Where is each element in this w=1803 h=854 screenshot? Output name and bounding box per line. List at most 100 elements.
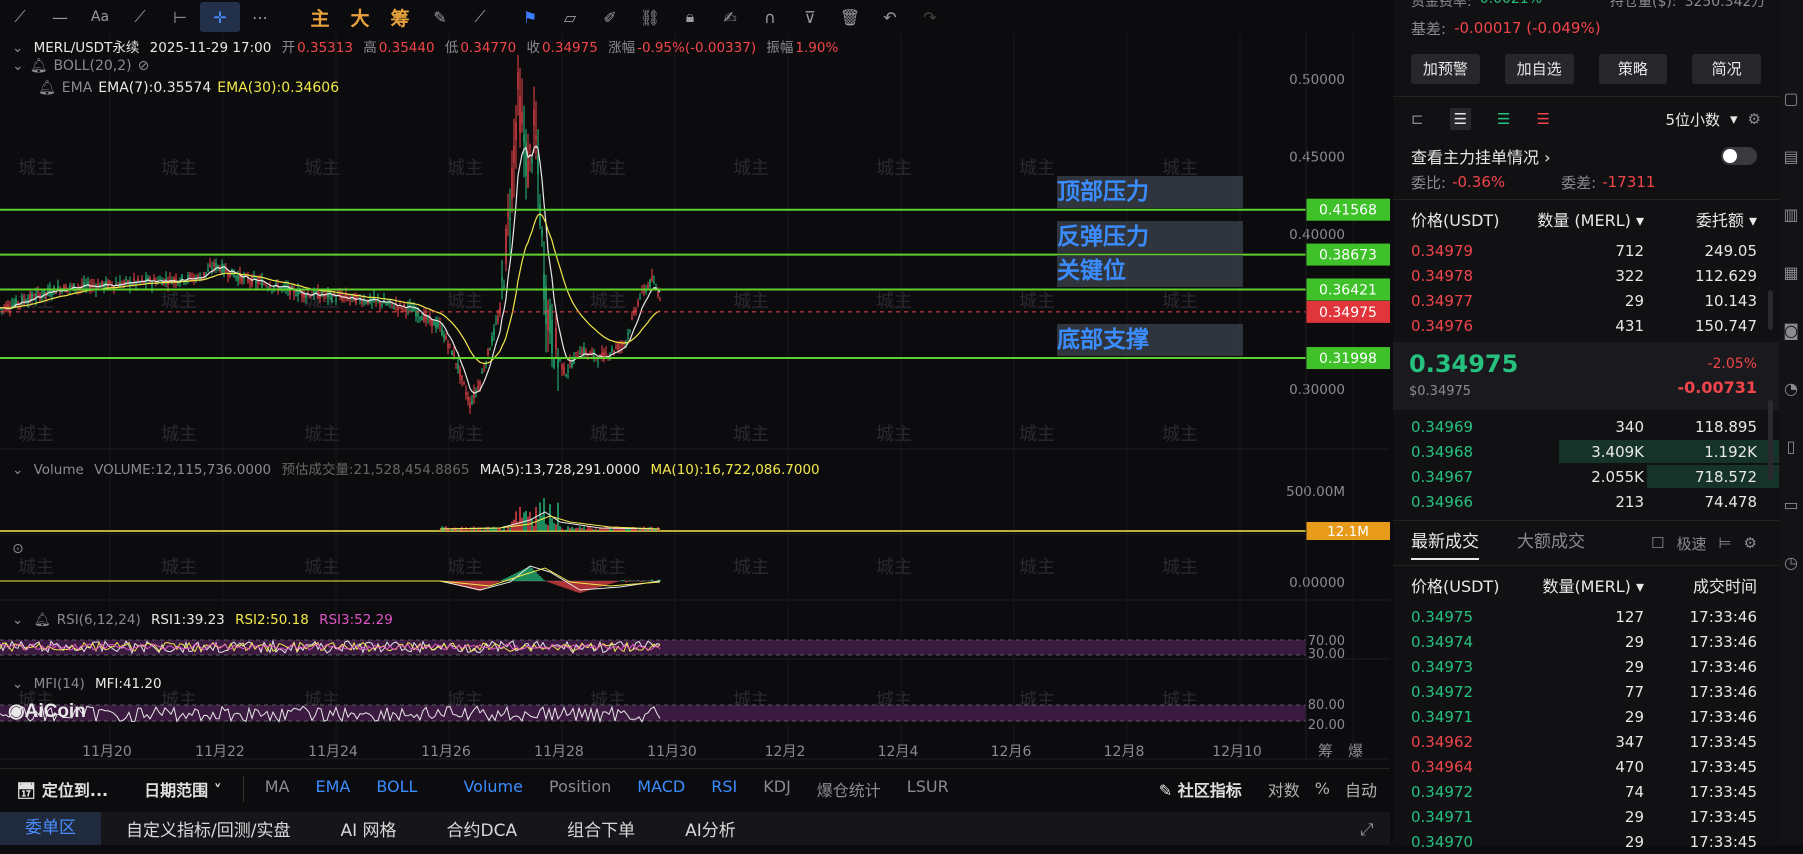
macd-collapse-icon[interactable]: ⊙ (12, 541, 24, 557)
tab-2[interactable]: AI 网格 (315, 816, 421, 841)
horizontal-line-icon[interactable]: — (40, 2, 80, 32)
crosshair-icon[interactable]: ✛ (200, 2, 240, 32)
draw-line-icon[interactable]: ⟋ (460, 2, 500, 32)
ask-row[interactable]: 0.34978322112.629 (1393, 263, 1779, 288)
book-icon[interactable]: ▭ (1779, 476, 1803, 534)
indicator-ema[interactable]: EMA (302, 777, 363, 801)
indicator-position[interactable]: Position (536, 777, 624, 801)
ask-row[interactable]: 0.34979712249.05 (1393, 238, 1779, 263)
history-icon[interactable]: ◔ (1779, 360, 1803, 418)
filter-icon[interactable]: ⊨ (1718, 534, 1731, 552)
redo-icon[interactable]: ↷ (910, 2, 950, 32)
lock-icon[interactable]: 🔒︎ (670, 2, 710, 32)
tab-large-trades[interactable]: 大额成交 (1517, 527, 1585, 560)
cross-line-icon[interactable]: ⊢ (160, 2, 200, 32)
text-tool-icon[interactable]: Aa (80, 2, 120, 32)
indicator-boll[interactable]: BOLL (363, 777, 430, 801)
locate-button[interactable]: 📅︎ 定位到... (0, 777, 121, 801)
main-order-toggle[interactable] (1721, 147, 1757, 165)
bell-icon[interactable]: 🔔︎ (34, 612, 51, 628)
candle-body (263, 284, 264, 285)
bell-icon[interactable]: 🔔︎ (38, 80, 56, 96)
more-icon[interactable]: ⋯ (240, 2, 280, 32)
window-icon[interactable]: ▢ (1779, 70, 1803, 128)
settings-icon[interactable]: ⚙ (1744, 534, 1757, 552)
note-icon[interactable]: ✎ (420, 2, 460, 32)
chart-icon[interactable]: ▤ (1779, 128, 1803, 186)
book-bids-icon[interactable]: ☰ (1497, 110, 1510, 128)
book-both-icon[interactable]: ⊏ (1411, 110, 1424, 128)
ask-row[interactable]: 0.349772910.143 (1393, 288, 1779, 313)
auto-scale-toggle[interactable]: 自动 (1332, 777, 1390, 801)
indicator-rsi[interactable]: RSI (698, 777, 750, 801)
tab-0[interactable]: 委单区 (0, 812, 101, 845)
volume-bar (467, 530, 468, 531)
indicator-macd[interactable]: MACD (624, 777, 698, 801)
eye-hidden-icon[interactable]: ⊘ (138, 58, 150, 74)
chart-canvas[interactable]: 城主城主城主城主城主城主城主城主城主城主城主城主城主城主城主城主城主城主城主城主… (0, 34, 1390, 764)
tab-3[interactable]: 合约DCA (422, 816, 543, 841)
calendar-icon: 📅︎ (16, 781, 42, 800)
decimal-select[interactable]: 5位小数 (1665, 109, 1720, 130)
indicator-lsur[interactable]: LSUR (894, 777, 962, 801)
chevron-down-icon[interactable]: ⌄ (12, 612, 23, 628)
tab-latest-trades[interactable]: 最新成交 (1411, 527, 1479, 560)
ray-line-icon[interactable]: ⟋ (120, 2, 160, 32)
indicator-kdj[interactable]: KDJ (750, 777, 804, 801)
indicator-volume[interactable]: Volume (450, 777, 536, 801)
book-asks-icon[interactable]: ☰ (1536, 110, 1549, 128)
log-scale-toggle[interactable]: 对数 (1255, 777, 1313, 801)
book-mixed-icon[interactable]: ☰ (1450, 108, 1471, 130)
ask-row[interactable]: 0.34976431150.747 (1393, 313, 1779, 338)
bot-icon[interactable]: ◙ (1779, 302, 1803, 360)
indicator-ma[interactable]: MA (252, 777, 303, 801)
brush-icon[interactable]: ✐ (590, 2, 630, 32)
magnet-icon[interactable]: ∩ (750, 2, 790, 32)
layout-icon[interactable]: ▥ (1779, 186, 1803, 244)
tab-4[interactable]: 组合下单 (542, 816, 660, 841)
scrollbar[interactable] (1768, 400, 1773, 480)
tab-1[interactable]: 自定义指标/回测/实盘 (101, 816, 315, 841)
delete-icon[interactable]: 🗑︎ (830, 2, 870, 32)
percent-scale-toggle[interactable]: % (1313, 779, 1332, 798)
chevron-down-icon[interactable]: ⌄ (12, 40, 23, 56)
community-indicator-button[interactable]: ✎ 社区指标 (1146, 777, 1255, 801)
sidebar-button-2[interactable]: 策略 (1599, 54, 1668, 84)
bid-row[interactable]: 0.349683.409K1.192K (1393, 439, 1779, 464)
undo-icon[interactable]: ↶ (870, 2, 910, 32)
kline-chart[interactable]: 城主城主城主城主城主城主城主城主城主城主城主城主城主城主城主城主城主城主城主城主… (0, 34, 1390, 764)
macd-bar (621, 580, 622, 581)
sidebar-button-0[interactable]: 加预警 (1411, 54, 1480, 84)
bid-row[interactable]: 0.3496621374.478 (1393, 489, 1779, 514)
sidebar-button-1[interactable]: 加自选 (1505, 54, 1574, 84)
edit-icon[interactable]: ✍ (710, 2, 750, 32)
fast-checkbox[interactable]: ☐ (1651, 534, 1664, 552)
filter-icon[interactable]: ⊽ (790, 2, 830, 32)
indicator-爆仓统计[interactable]: 爆仓统计 (804, 777, 894, 801)
bid-row[interactable]: 0.349672.055K718.572 (1393, 464, 1779, 489)
main-order-link[interactable]: 查看主力挂单情况 › (1411, 144, 1551, 168)
grid-icon[interactable]: ▦ (1779, 244, 1803, 302)
main-force-button[interactable]: 主 (300, 2, 340, 32)
expand-icon[interactable]: ⤢ (1360, 820, 1374, 840)
bid-row[interactable]: 0.34969340118.895 (1393, 414, 1779, 439)
chip-button[interactable]: 筹 (380, 2, 420, 32)
clock-icon[interactable]: ◷ (1779, 534, 1803, 592)
sidebar-button-3[interactable]: 简况 (1692, 54, 1761, 84)
large-order-button[interactable]: 大 (340, 2, 380, 32)
panel-icon[interactable]: ▯ (1779, 418, 1803, 476)
ruler-icon[interactable]: ▱ (550, 2, 590, 32)
bell-icon[interactable]: 🔔︎ (30, 58, 48, 74)
date-range-button[interactable]: 日期范围 ˅ (131, 777, 235, 801)
tab-5[interactable]: AI分析 (660, 816, 761, 841)
chain-icon[interactable]: ⛓ (630, 2, 670, 32)
flag-icon[interactable]: ⚑ (510, 2, 550, 32)
rsi3-value: RSI3:52.29 (319, 612, 393, 628)
chevron-down-icon[interactable]: ⌄ (12, 462, 23, 478)
candle-body (169, 276, 170, 277)
chevron-down-icon[interactable]: ⌄ (12, 58, 24, 74)
scrollbar[interactable] (1768, 290, 1773, 330)
trend-line-icon[interactable]: ⟋ (0, 2, 40, 32)
chevron-down-icon[interactable]: ⌄ (12, 676, 23, 692)
settings-icon[interactable]: ⚙ (1748, 110, 1761, 128)
